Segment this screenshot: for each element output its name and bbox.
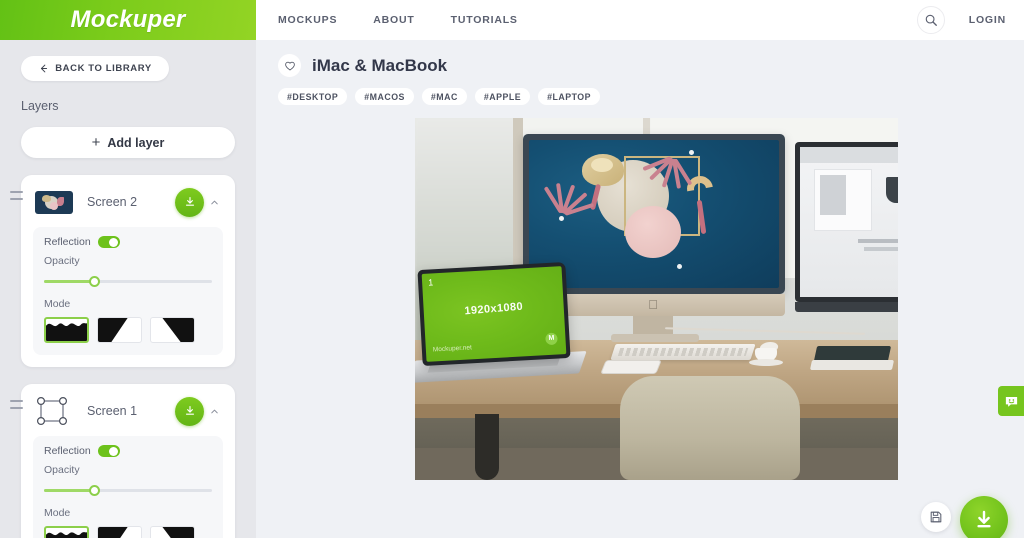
drag-handle-icon[interactable] — [10, 400, 23, 409]
chair — [620, 376, 800, 480]
main-area: MOCKUPS ABOUT TUTORIALS LOGIN iMac & Mac… — [256, 0, 1024, 538]
tag-apple[interactable]: #APPLE — [474, 88, 531, 105]
layer-card-screen-1: Screen 1 Reflection Opacity Mode — [10, 384, 235, 538]
upload-icon[interactable] — [175, 396, 204, 426]
tag-mac[interactable]: #MAC — [421, 88, 467, 105]
mode-options — [44, 317, 212, 343]
reflection-mode-water-icon[interactable] — [44, 317, 89, 343]
login-link[interactable]: LOGIN — [969, 14, 1006, 26]
mockup-canvas:  1 — [256, 105, 1024, 538]
upload-glyph — [185, 406, 194, 415]
feedback-button[interactable] — [998, 386, 1024, 416]
chevron-up-icon — [210, 200, 218, 204]
laptop-dimensions-label: 1920x1080 — [464, 301, 524, 318]
layer-header: Screen 1 — [21, 393, 235, 429]
brand-name: Mockuper — [70, 6, 186, 33]
primary-nav: MOCKUPS ABOUT TUTORIALS — [278, 14, 917, 26]
empty-layer-glyph — [36, 396, 68, 426]
layers-heading: Layers — [21, 99, 59, 113]
search-icon — [925, 14, 937, 26]
drag-handle-icon[interactable] — [10, 191, 23, 200]
layer-name: Screen 2 — [87, 195, 138, 209]
title-row: iMac & MacBook — [278, 54, 1024, 77]
arrow-left-icon — [41, 64, 48, 73]
opacity-slider[interactable] — [44, 276, 212, 287]
reflection-toggle[interactable] — [97, 236, 120, 248]
reflection-row: Reflection — [44, 445, 212, 457]
scene:  1 — [415, 118, 898, 480]
tag-macos[interactable]: #MACOS — [355, 88, 414, 105]
nav-item-mockups[interactable]: MOCKUPS — [278, 14, 337, 26]
add-layer-button[interactable]: + Add layer — [21, 127, 235, 158]
app-root: Mockuper BACK TO LIBRARY Layers + Add la… — [0, 0, 1024, 538]
search-button[interactable] — [916, 6, 945, 34]
reflection-mode-left-icon[interactable] — [97, 526, 142, 538]
plus-icon: + — [91, 134, 101, 151]
opacity-label: Opacity — [44, 464, 80, 476]
secondary-monitor — [795, 142, 898, 302]
reflection-label: Reflection — [44, 236, 91, 248]
save-icon — [930, 511, 942, 523]
top-navigation-bar: MOCKUPS ABOUT TUTORIALS LOGIN — [256, 0, 1024, 40]
page-header: iMac & MacBook #DESKTOP #MACOS #MAC #APP… — [256, 40, 1024, 105]
mode-label: Mode — [44, 507, 71, 519]
back-to-library-label: BACK TO LIBRARY — [55, 63, 152, 74]
collapse-layer-button[interactable] — [204, 197, 224, 208]
laptop-watermark: Mockuper.net — [432, 344, 473, 354]
opacity-label: Opacity — [44, 255, 80, 267]
save-button[interactable] — [921, 502, 951, 532]
apple-logo-icon:  — [647, 298, 659, 312]
laptop-layer-number: 1 — [427, 277, 434, 288]
layer-controls: Reflection Opacity Mode — [33, 436, 223, 538]
layer-placeholder-icon[interactable] — [35, 396, 73, 426]
download-button[interactable] — [960, 496, 1008, 538]
layer-card-screen-2: Screen 2 Reflection Opacity Mode — [10, 175, 235, 367]
upload-icon[interactable] — [175, 187, 204, 217]
reflection-mode-right-icon[interactable] — [150, 526, 195, 538]
layer-name: Screen 1 — [87, 404, 138, 418]
sidebar-body: BACK TO LIBRARY Layers + Add layer Scree… — [0, 40, 256, 538]
laptop-placeholder-screen: 1 1920x1080 Mockuper.net M — [421, 266, 567, 362]
page-title: iMac & MacBook — [312, 55, 448, 75]
sidebar: Mockuper BACK TO LIBRARY Layers + Add la… — [0, 0, 256, 538]
upload-glyph — [185, 197, 194, 206]
feedback-smiley-icon — [1005, 396, 1017, 407]
layer-thumbnail[interactable] — [35, 190, 73, 214]
tag-list: #DESKTOP #MACOS #MAC #APPLE #LAPTOP — [278, 88, 1024, 105]
nav-item-tutorials[interactable]: TUTORIALS — [451, 14, 518, 26]
reflection-row: Reflection — [44, 236, 212, 248]
chevron-up-icon — [210, 409, 218, 413]
brand-logo[interactable]: Mockuper — [0, 0, 256, 40]
reflection-label: Reflection — [44, 445, 91, 457]
reflection-mode-water-icon[interactable] — [44, 526, 89, 538]
nav-item-about[interactable]: ABOUT — [373, 14, 414, 26]
favorite-button[interactable] — [278, 54, 301, 77]
back-to-library-button[interactable]: BACK TO LIBRARY — [21, 56, 169, 81]
mockup-preview-image[interactable]:  1 — [415, 118, 898, 480]
reflection-mode-right-icon[interactable] — [150, 317, 195, 343]
macbook-display: 1 1920x1080 Mockuper.net M — [417, 261, 571, 367]
tag-desktop[interactable]: #DESKTOP — [278, 88, 348, 105]
heart-icon — [284, 61, 295, 70]
collapse-layer-button[interactable] — [204, 406, 224, 417]
mode-options — [44, 526, 212, 538]
add-layer-label: Add layer — [107, 135, 165, 150]
mode-label: Mode — [44, 298, 71, 310]
reflection-mode-left-icon[interactable] — [97, 317, 142, 343]
tag-laptop[interactable]: #LAPTOP — [538, 88, 600, 105]
mockuper-badge-icon: M — [545, 332, 558, 346]
layer-controls: Reflection Opacity Mode — [33, 227, 223, 355]
download-icon — [977, 510, 991, 528]
opacity-slider[interactable] — [44, 485, 212, 496]
reflection-toggle[interactable] — [97, 445, 120, 457]
layer-header: Screen 2 — [21, 184, 235, 220]
